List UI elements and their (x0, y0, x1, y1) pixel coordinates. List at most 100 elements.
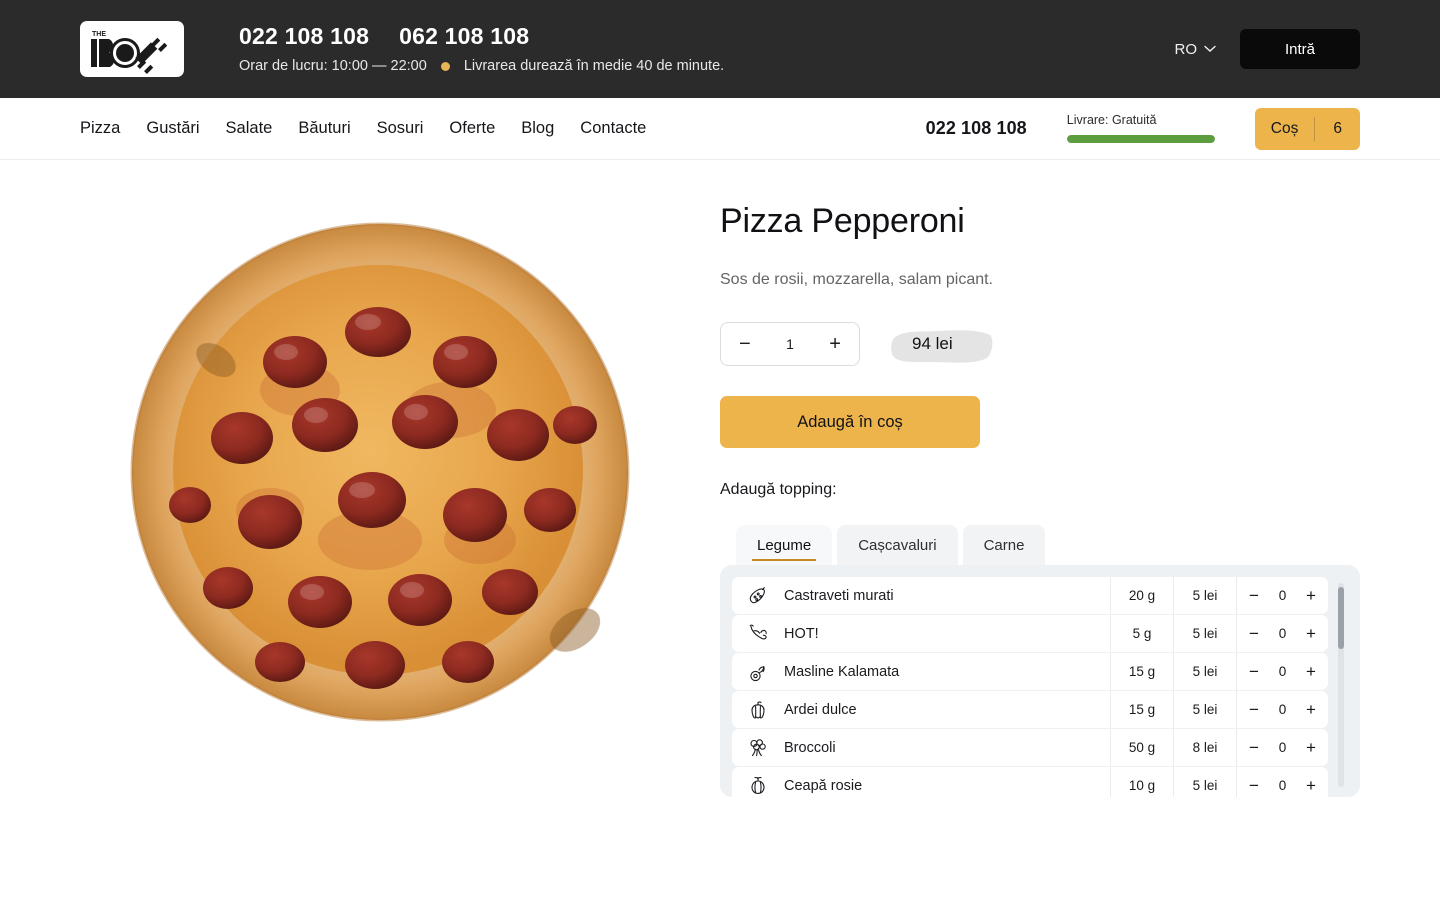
topping-decrease-button[interactable]: − (1249, 663, 1259, 680)
topping-name: HOT! (784, 625, 819, 642)
topping-increase-button[interactable]: + (1306, 587, 1316, 604)
product-price: 94 lei (890, 325, 993, 363)
topping-increase-button[interactable]: + (1306, 739, 1316, 756)
cart-item-count: 6 (1333, 119, 1342, 137)
nav-item-pizza[interactable]: Pizza (80, 119, 120, 138)
topping-quantity-stepper[interactable]: − 0 + (1236, 729, 1328, 766)
language-label: RO (1174, 40, 1198, 58)
scrollbar-thumb[interactable] (1338, 587, 1344, 649)
topping-name: Masline Kalamata (784, 663, 900, 680)
topping-list-panel: Castraveti murati 20 g5 lei −0 + HOT! 5 g5 le… (720, 565, 1360, 797)
header-hours-row: Orar de lucru: 10:00 — 22:00 Livrarea du… (239, 59, 724, 74)
nav-item-salate[interactable]: Salate (226, 119, 273, 138)
topping-quantity-stepper[interactable]: − 0 + (1236, 653, 1328, 690)
chevron-down-icon (1204, 45, 1216, 52)
topping-row[interactable]: Ardei dulce 15 g5 lei − 0 + (732, 691, 1328, 728)
quantity-stepper[interactable]: − 1 + (720, 322, 860, 366)
topping-list-scrollbar[interactable] (1338, 583, 1344, 787)
header-phone-1[interactable]: 022 108 108 (239, 24, 369, 48)
topping-name: Ceapă rosie (784, 777, 863, 794)
nav-links: Pizza Gustări Salate Băuturi Sosuri Ofer… (80, 119, 646, 138)
topping-increase-button[interactable]: + (1306, 777, 1316, 794)
login-button[interactable]: Intră (1240, 29, 1360, 69)
working-hours-text: Orar de lucru: 10:00 — 22:00 (239, 57, 427, 74)
product-page-main: Pizza Pepperoni Sos de rosii, mozzarella… (0, 160, 1440, 797)
topping-row[interactable]: HOT! 5 g5 lei − 0 + (732, 615, 1328, 652)
pepper-icon (732, 691, 784, 728)
cart-button[interactable]: Coș 6 (1254, 107, 1360, 150)
topping-row[interactable]: Masline Kalamata 15 g5 lei − 0 + (732, 653, 1328, 690)
language-selector[interactable]: RO (1175, 41, 1217, 58)
header-phone-2[interactable]: 062 108 108 (399, 24, 529, 48)
nav-item-gustari[interactable]: Gustări (146, 119, 199, 138)
topping-quantity-value: 0 (1278, 740, 1287, 755)
topping-weight: 50 g (1110, 729, 1173, 766)
nav-item-oferte[interactable]: Oferte (449, 119, 495, 138)
topping-row[interactable]: Ceapă rosie 10 g5 lei − 0 + (732, 767, 1328, 797)
pepperoni-pizza-image (130, 222, 630, 722)
topping-price: 5 lei (1173, 615, 1236, 652)
topping-quantity-value: 0 (1278, 778, 1287, 793)
topping-row[interactable]: Castraveti murati 20 g5 lei − 0 + (732, 577, 1328, 614)
nav-item-contacte[interactable]: Contacte (580, 119, 646, 138)
nav-item-sosuri[interactable]: Sosuri (377, 119, 424, 138)
price-value: 94 lei (912, 334, 953, 353)
topping-weight: 5 g (1110, 615, 1173, 652)
topping-decrease-button[interactable]: − (1249, 701, 1259, 718)
topping-list: Castraveti murati 20 g5 lei −0 + HOT! 5 g5 le… (732, 577, 1334, 797)
site-logo[interactable]: THE (80, 21, 184, 77)
delivery-status: Livrare: Gratuită (1066, 113, 1215, 143)
topping-quantity-stepper[interactable]: − 0 + (1236, 615, 1328, 652)
topping-price: 5 lei (1173, 767, 1236, 797)
topping-quantity-stepper[interactable]: − 0 + (1236, 691, 1328, 728)
product-image (120, 210, 640, 730)
quantity-decrease-button[interactable]: − (739, 334, 751, 354)
topping-quantity-value: 0 (1278, 626, 1287, 641)
nav-right-actions: 022 108 108 Livrare: Gratuită Coș 6 (926, 107, 1360, 150)
topping-row[interactable]: Broccoli 50 g8 lei − 0 + (732, 729, 1328, 766)
quantity-value: 1 (786, 336, 794, 352)
pickle-icon (732, 577, 784, 614)
delivery-status-label: Livrare: Gratuită (1066, 113, 1157, 128)
quantity-increase-button[interactable]: + (829, 334, 841, 354)
header-phone-numbers: 022 108 108 062 108 108 (239, 24, 724, 48)
topping-decrease-button[interactable]: − (1249, 739, 1259, 756)
topping-weight: 20 g (1110, 577, 1173, 614)
separator-dot-icon (440, 61, 450, 71)
product-info-column: Pizza Pepperoni Sos de rosii, mozzarella… (720, 200, 1360, 797)
onion-icon (732, 767, 784, 797)
delivery-progress-track (1066, 134, 1215, 143)
topping-price: 8 lei (1173, 729, 1236, 766)
nav-item-blog[interactable]: Blog (521, 119, 554, 138)
topping-increase-button[interactable]: + (1306, 625, 1316, 642)
topping-price: 5 lei (1173, 653, 1236, 690)
topping-quantity-value: 0 (1278, 664, 1287, 679)
delivery-progress-fill (1066, 134, 1215, 143)
topping-increase-button[interactable]: + (1306, 701, 1316, 718)
tab-carne[interactable]: Carne (962, 525, 1046, 565)
topping-decrease-button[interactable]: − (1249, 625, 1259, 642)
topping-weight: 15 g (1110, 691, 1173, 728)
topping-decrease-button[interactable]: − (1249, 777, 1259, 794)
nav-phone-number[interactable]: 022 108 108 (926, 118, 1027, 139)
topping-name: Castraveti murati (784, 587, 894, 604)
product-image-column (80, 200, 680, 797)
topping-tabs: Legume Cașcavaluri Carne (720, 525, 1360, 565)
topping-price: 5 lei (1173, 691, 1236, 728)
nav-item-bauturi[interactable]: Băuturi (298, 119, 350, 138)
topping-quantity-value: 0 (1278, 588, 1287, 603)
add-to-cart-button[interactable]: Adaugă în coș (720, 396, 980, 448)
cart-label: Coș (1270, 119, 1299, 137)
topping-section-label: Adaugă topping: (720, 481, 837, 498)
topping-quantity-stepper[interactable]: − 0 + (1236, 767, 1328, 797)
topping-weight: 15 g (1110, 653, 1173, 690)
topping-increase-button[interactable]: + (1306, 663, 1316, 680)
topping-quantity-stepper[interactable]: − 0 + (1236, 577, 1328, 614)
topping-decrease-button[interactable]: − (1249, 587, 1259, 604)
tab-cascavaluri[interactable]: Cașcavaluri (837, 525, 958, 565)
top-header-bar: THE 022 108 108 062 108 108 Orar de lucr… (0, 0, 1440, 98)
purchase-row: − 1 + 94 lei (720, 322, 1360, 366)
tab-legume[interactable]: Legume (736, 525, 833, 565)
the-box-logo-icon: THE (91, 31, 168, 74)
svg-text:THE: THE (92, 31, 106, 38)
